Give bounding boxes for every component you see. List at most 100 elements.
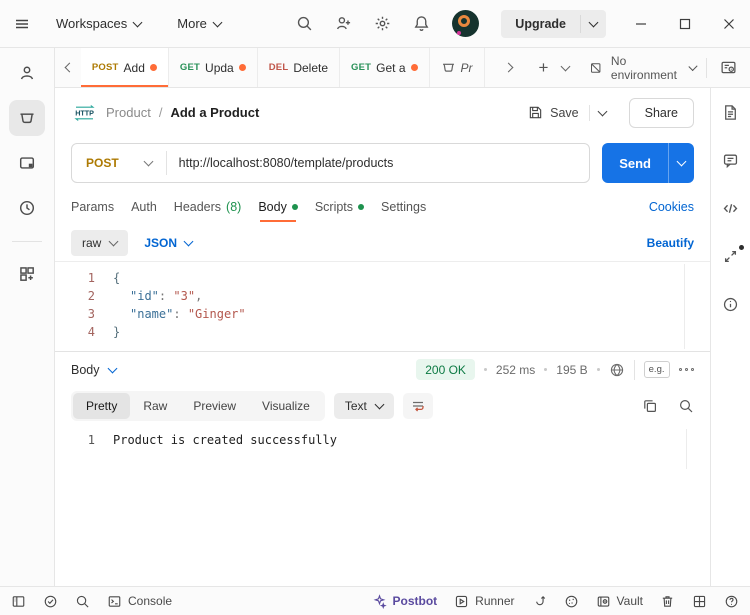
- headers-count: (8): [226, 200, 242, 214]
- token-colon: :: [173, 307, 181, 321]
- vault-button[interactable]: Vault: [596, 594, 643, 609]
- breadcrumb-request-name[interactable]: Add a Product: [170, 105, 259, 120]
- capture-requests-icon[interactable]: [532, 594, 547, 609]
- collection-tab-product[interactable]: Pr: [430, 48, 485, 87]
- request-body-editor[interactable]: 1 { 2 "id": "3", 3 "name": "Ginger" 4 }: [55, 261, 710, 351]
- save-options-button[interactable]: [588, 104, 615, 121]
- line-wrap-icon[interactable]: [402, 393, 433, 419]
- request-tab-add[interactable]: POST Add: [80, 48, 169, 87]
- info-icon[interactable]: [722, 296, 739, 313]
- tab-actions: +: [485, 48, 580, 87]
- help-icon[interactable]: [724, 594, 739, 609]
- maximize-icon[interactable]: [678, 17, 692, 31]
- request-tab-delete[interactable]: DEL Delete: [258, 48, 341, 87]
- notifications-bell-icon[interactable]: [413, 15, 430, 32]
- svg-text:HTTP: HTTP: [75, 108, 94, 117]
- request-tab-get[interactable]: GET Get a: [340, 48, 430, 87]
- dot-separator: [544, 368, 548, 371]
- send-label[interactable]: Send: [602, 143, 668, 183]
- tab-scripts[interactable]: Scripts: [315, 189, 365, 225]
- toggle-sidebar-icon[interactable]: [11, 594, 26, 609]
- view-preview[interactable]: Preview: [180, 393, 249, 419]
- copy-icon[interactable]: [642, 398, 658, 414]
- body-format-selector[interactable]: JSON: [144, 236, 194, 250]
- upgrade-button[interactable]: Upgrade: [501, 9, 606, 38]
- view-visualize[interactable]: Visualize: [249, 393, 323, 419]
- documentation-icon[interactable]: [722, 104, 739, 121]
- scroll-tabs-left-icon[interactable]: [55, 48, 81, 87]
- tab-label: Auth: [131, 200, 157, 214]
- runner-button[interactable]: Runner: [454, 594, 515, 609]
- view-pretty[interactable]: Pretty: [73, 393, 131, 419]
- line-number: 1: [87, 433, 95, 447]
- chevron-down-icon: [143, 156, 154, 167]
- method-selector[interactable]: POST: [72, 156, 166, 170]
- status-badge[interactable]: 200 OK: [416, 359, 475, 380]
- postbot-button[interactable]: Postbot: [372, 593, 437, 609]
- response-tools: [642, 398, 694, 414]
- share-button[interactable]: Share: [628, 97, 694, 128]
- cookies-link[interactable]: Cookies: [649, 200, 694, 214]
- environment-selector[interactable]: No environment: [579, 48, 706, 87]
- status-check-icon[interactable]: [43, 594, 58, 609]
- cookies-icon[interactable]: [564, 594, 579, 609]
- editor-scrollbar[interactable]: [684, 264, 694, 349]
- hamburger-menu-icon[interactable]: [14, 16, 30, 32]
- split-pane-icon[interactable]: [692, 594, 707, 609]
- body-type-selector[interactable]: raw: [71, 230, 129, 256]
- environment-quick-look-icon[interactable]: [707, 48, 750, 87]
- related-requests-icon[interactable]: [722, 245, 744, 265]
- tab-settings[interactable]: Settings: [381, 189, 426, 225]
- tab-options-chevron-icon[interactable]: [561, 61, 571, 71]
- more-menu[interactable]: More: [177, 16, 223, 31]
- sidebar-item-history[interactable]: [9, 190, 45, 226]
- response-toolbar: Pretty Raw Preview Visualize Text: [55, 387, 710, 425]
- console-button[interactable]: Console: [107, 594, 172, 609]
- response-body[interactable]: 1 Product is created successfully: [55, 425, 710, 586]
- sidebar-item-collections[interactable]: [9, 100, 45, 136]
- sidebar-item-profile[interactable]: [9, 55, 45, 91]
- tab-params[interactable]: Params: [71, 189, 114, 225]
- new-tab-icon[interactable]: +: [539, 59, 549, 76]
- network-globe-icon[interactable]: [609, 362, 625, 378]
- settings-gear-icon[interactable]: [374, 15, 391, 32]
- view-raw[interactable]: Raw: [130, 393, 180, 419]
- console-label: Console: [128, 594, 173, 608]
- find-icon[interactable]: [75, 594, 90, 609]
- workspaces-menu[interactable]: Workspaces: [56, 16, 143, 31]
- scroll-tabs-right-icon[interactable]: [495, 62, 525, 73]
- close-icon[interactable]: [722, 17, 736, 31]
- breadcrumb: HTTP Product / Add a Product: [71, 104, 259, 122]
- line-number: 3: [87, 307, 95, 321]
- request-tab-update[interactable]: GET Upda: [169, 48, 258, 87]
- response-format-selector[interactable]: Text: [333, 393, 394, 419]
- send-button[interactable]: Send: [602, 143, 694, 183]
- upgrade-dropdown[interactable]: [580, 14, 606, 33]
- sidebar-item-mock-servers[interactable]: [9, 145, 45, 181]
- response-size[interactable]: 195 B: [556, 363, 587, 377]
- search-response-icon[interactable]: [678, 398, 694, 414]
- tab-headers[interactable]: Headers (8): [174, 189, 242, 225]
- upgrade-label[interactable]: Upgrade: [501, 10, 580, 38]
- save-as-example-button[interactable]: e.g.: [643, 361, 670, 378]
- url-input[interactable]: http://localhost:8080/template/products: [167, 156, 590, 170]
- search-icon[interactable]: [296, 15, 313, 32]
- save-button[interactable]: Save: [518, 99, 589, 126]
- response-time[interactable]: 252 ms: [496, 363, 535, 377]
- avatar[interactable]: [452, 10, 480, 37]
- breadcrumb-collection[interactable]: Product: [106, 105, 151, 120]
- comments-icon[interactable]: [722, 152, 739, 169]
- trash-icon[interactable]: [660, 594, 675, 609]
- response-more-options-icon[interactable]: [678, 367, 694, 372]
- response-scrollbar[interactable]: [686, 429, 694, 469]
- tab-auth[interactable]: Auth: [131, 189, 157, 225]
- code-snippet-icon[interactable]: [722, 200, 739, 217]
- minimize-icon[interactable]: [634, 17, 648, 31]
- response-body-selector[interactable]: Body: [71, 363, 117, 377]
- sidebar-item-more-blocks[interactable]: [9, 256, 45, 292]
- send-options-button[interactable]: [668, 143, 694, 183]
- tab-body[interactable]: Body: [258, 189, 298, 225]
- invite-user-icon[interactable]: [335, 15, 352, 32]
- response-header: Body 200 OK 252 ms 195 B e.g.: [55, 351, 710, 387]
- beautify-link[interactable]: Beautify: [647, 236, 694, 250]
